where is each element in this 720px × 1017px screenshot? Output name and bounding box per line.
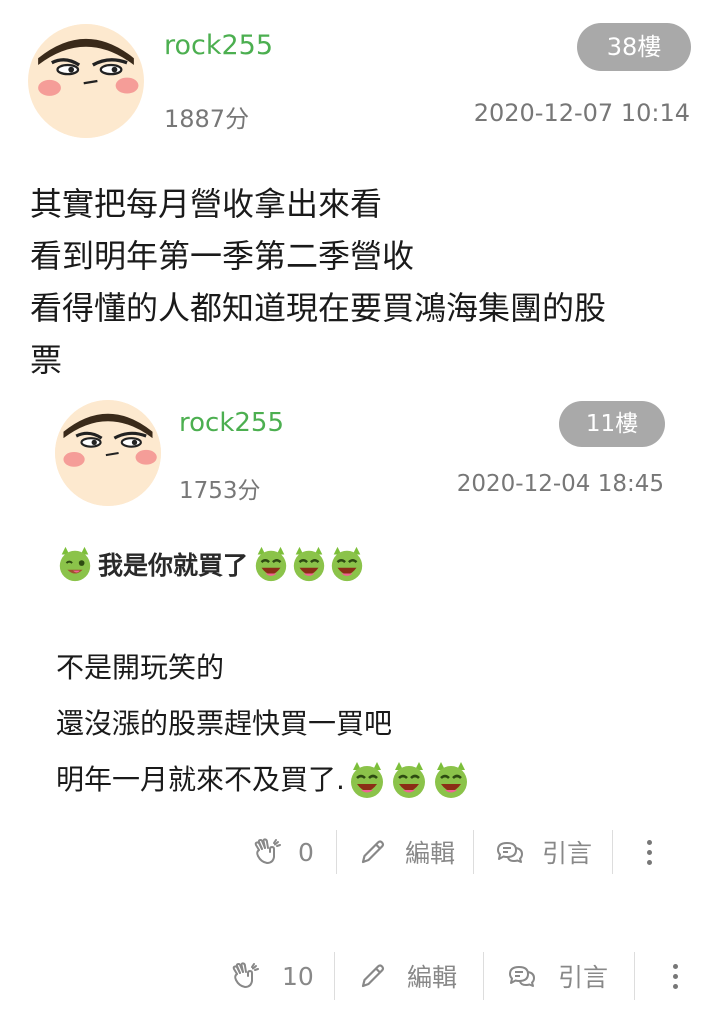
sticker-text: 我是你就買了 [98,551,249,580]
quote-label: 引言 [542,839,593,868]
user-score: 1887分 [164,105,250,133]
divider [612,830,613,874]
green-grin-emoji-icon [347,760,387,800]
divider [634,952,635,1000]
like-button[interactable]: 10 [228,952,334,1000]
post-body: 其實把每月營收拿出來看 看到明年第一季第二季營收 看得懂的人都知道現在要買鴻海集… [30,178,606,386]
green-grin-emoji-icon [328,545,366,583]
floor-badge: 38樓 [577,23,691,71]
green-grin-emoji-icon [290,545,328,583]
clap-hands-icon [250,836,282,868]
quoted-action-bar: 0 編輯 引言 [250,830,659,874]
edit-label: 編輯 [407,963,458,992]
like-count: 0 [298,837,314,867]
green-grin-emoji-icon [389,760,429,800]
quote-label: 引言 [558,963,609,992]
quote-button[interactable]: 引言 [484,952,634,1000]
username[interactable]: rock255 [164,30,273,61]
quoted-post-line: 不是開玩笑的 [56,651,225,684]
avatar[interactable] [28,24,144,138]
green-grin-emoji-icon [252,545,290,583]
clap-hands-icon [228,960,260,992]
pencil-icon [357,836,389,868]
more-options-button[interactable] [665,952,685,1000]
sticker-image: 我是你就買了 [56,543,366,585]
quoted-post-datetime: 2020-12-04 18:45 [456,471,664,497]
vertical-dots-icon [672,963,678,969]
more-options-button[interactable] [639,830,659,874]
quoted-post-body: 不是開玩笑的 還沒漲的股票趕快買一買吧 明年一月就來不及買了. [56,640,471,808]
post-action-bar: 10 編輯 引言 [228,952,685,1000]
edit-button[interactable]: 編輯 [335,952,483,1000]
quoted-post-line: 還沒漲的股票趕快買一買吧 [56,707,393,740]
quoted-user-score: 1753分 [179,478,261,504]
quoted-post-line: 明年一月就來不及買了. [56,752,471,808]
edit-label: 編輯 [405,839,456,868]
green-wink-emoji-icon [56,545,94,583]
quoted-avatar[interactable] [55,400,161,506]
quoted-username[interactable]: rock255 [179,408,284,438]
quoted-floor-badge[interactable]: 11樓 [559,401,665,447]
pencil-icon [357,960,389,992]
post-line: 票 [30,341,63,379]
quote-button[interactable]: 引言 [474,830,612,874]
like-button[interactable]: 0 [250,830,336,874]
edit-button[interactable]: 編輯 [337,830,473,874]
chat-bubbles-icon [506,960,538,992]
chat-bubbles-icon [494,836,526,868]
post-datetime: 2020-12-07 10:14 [473,99,690,127]
like-count: 10 [282,961,314,991]
vertical-dots-icon [646,839,652,845]
post-line: 看得懂的人都知道現在要買鴻海集團的股 [30,289,607,327]
green-grin-emoji-icon [431,760,471,800]
post-line: 看到明年第一季第二季營收 [30,237,415,275]
post-line: 其實把每月營收拿出來看 [30,185,383,223]
